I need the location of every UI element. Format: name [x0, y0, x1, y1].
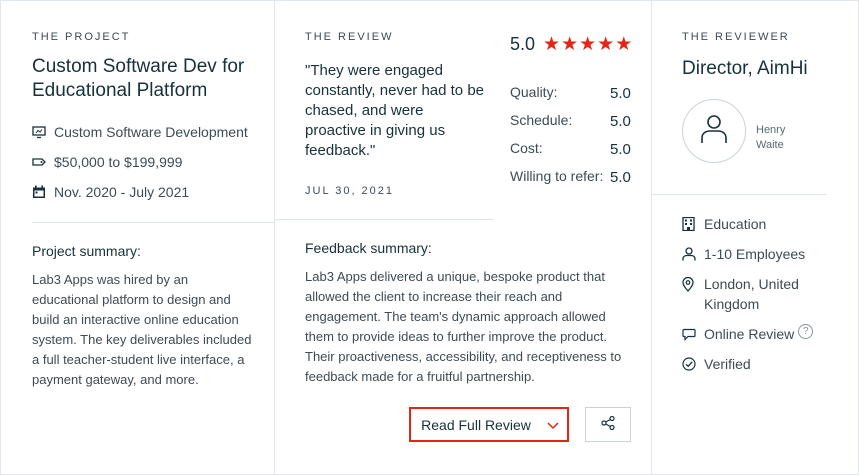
review-section-label: THE REVIEW [305, 31, 394, 43]
project-summary-title: Project summary: [32, 243, 141, 259]
read-full-review-label: Read Full Review [421, 416, 531, 433]
star-icon: ★ [561, 34, 579, 55]
score-value-quality: 5.0 [610, 85, 631, 102]
user-icon [700, 114, 728, 149]
reviewer-verified-text: Verified [704, 356, 751, 372]
section-divider [274, 219, 494, 220]
reviewer-name: Henry Waite [756, 124, 786, 151]
reviewer-company-size: 1-10 Employees [682, 244, 814, 264]
overall-rating-value: 5.0 [510, 34, 536, 54]
score-label-cost: Cost: [510, 140, 543, 156]
section-divider [651, 194, 827, 195]
project-budget-text: $50,000 to $199,999 [54, 154, 183, 170]
star-rating: ★ ★ ★ ★ ★ [543, 35, 633, 54]
project-summary-text: Lab3 Apps was hired by an educational pl… [32, 272, 252, 387]
column-divider [274, 1, 275, 475]
reviewer-review-type: Online Review ? [682, 324, 814, 344]
score-value-cost: 5.0 [610, 141, 631, 158]
check-circle-icon [682, 354, 696, 374]
reviewer-verified: Verified [682, 354, 814, 374]
score-label-schedule: Schedule: [510, 112, 573, 128]
reviewer-industry-text: Education [704, 216, 767, 232]
reviewer-company-size-text: 1-10 Employees [704, 246, 806, 262]
star-icon: ★ [543, 34, 561, 55]
help-icon[interactable]: ? [798, 324, 814, 339]
project-dates-text: Nov. 2020 - July 2021 [54, 184, 190, 200]
star-icon: ★ [615, 34, 633, 55]
score-value-schedule: 5.0 [610, 113, 631, 130]
person-icon [682, 244, 696, 264]
chevron-down-icon [547, 417, 559, 429]
score-value-willing-to-refer: 5.0 [610, 169, 631, 186]
monitor-icon [32, 125, 46, 139]
feedback-summary-text: Lab3 Apps delivered a unique, bespoke pr… [305, 269, 622, 384]
reviewer-review-type-text: Online Review [704, 326, 795, 342]
reviewer-section-label: THE REVIEWER [682, 31, 790, 43]
price-tag-icon [32, 155, 46, 169]
project-dates: Nov. 2020 - July 2021 [32, 182, 189, 202]
reviewer-industry: Education [682, 214, 814, 234]
reviewer-title: Director, AimHi [682, 58, 808, 79]
read-full-review-button[interactable]: Read Full Review [409, 407, 569, 442]
project-section-label: THE PROJECT [32, 31, 131, 43]
score-label-quality: Quality: [510, 84, 558, 100]
project-service: Custom Software Development [32, 122, 248, 142]
star-icon: ★ [579, 34, 597, 55]
reviewer-location-text: London, United Kingdom [704, 276, 799, 312]
review-card: THE PROJECT Custom Software Dev for Educ… [0, 0, 859, 475]
location-pin-icon [682, 274, 696, 294]
share-icon [600, 415, 616, 434]
review-date: JUL 30, 2021 [305, 185, 395, 197]
column-divider [651, 1, 652, 475]
overall-rating: 5.0 ★ ★ ★ ★ ★ [510, 34, 633, 55]
project-service-text: Custom Software Development [54, 124, 248, 140]
star-icon: ★ [597, 34, 615, 55]
share-button[interactable] [585, 407, 631, 442]
reviewer-location: London, United Kingdom [682, 274, 814, 314]
project-budget: $50,000 to $199,999 [32, 152, 182, 172]
score-label-willing-to-refer: Willing to refer: [510, 168, 604, 184]
section-divider [32, 222, 274, 223]
avatar [682, 99, 746, 163]
building-icon [682, 214, 696, 234]
project-title: Custom Software Dev for Educational Plat… [32, 56, 245, 101]
chat-bubble-icon [682, 324, 696, 344]
feedback-summary-title: Feedback summary: [305, 240, 432, 256]
calendar-icon [32, 185, 46, 199]
review-quote: "They were engaged constantly, never had… [305, 62, 485, 159]
